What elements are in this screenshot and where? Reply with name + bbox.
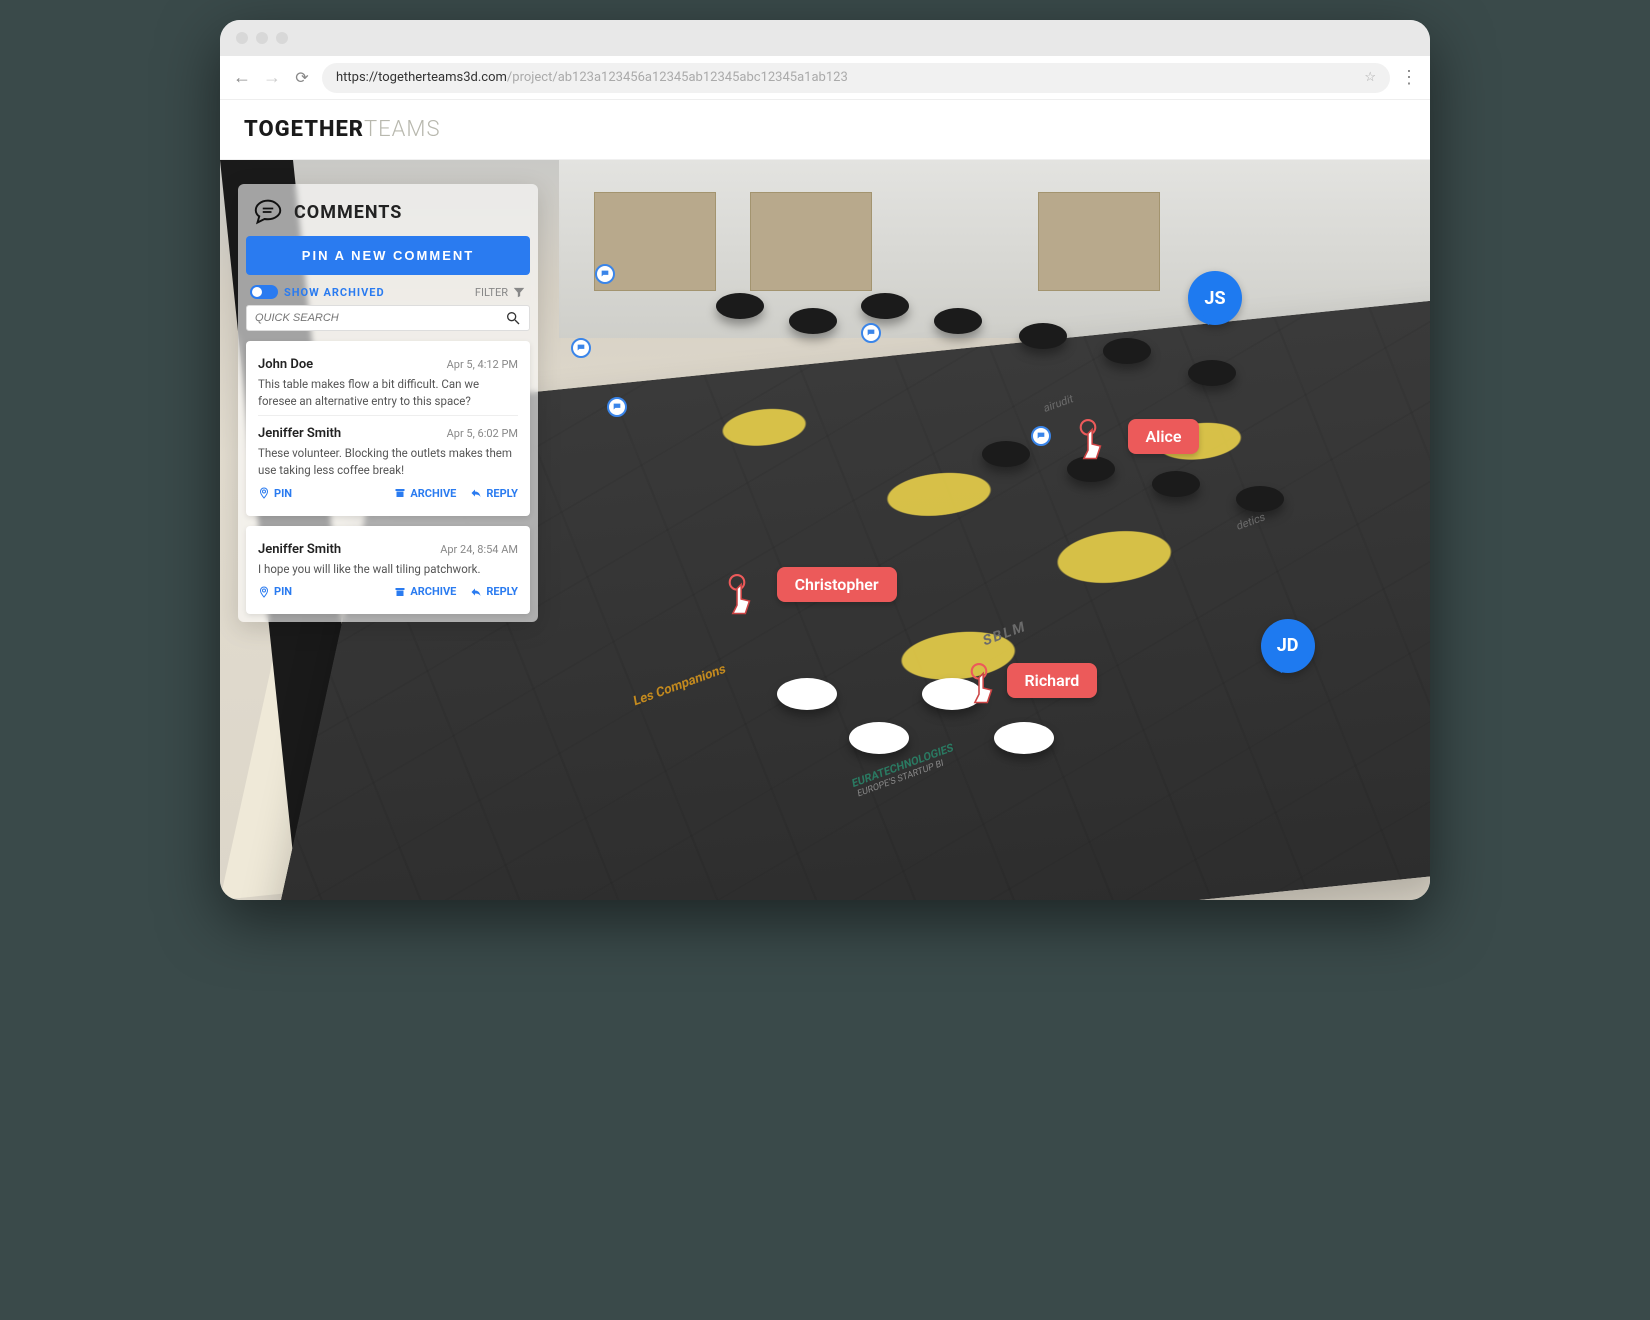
- scene-table: [1019, 323, 1067, 349]
- reply-label: REPLY: [486, 585, 518, 598]
- traffic-min-icon[interactable]: [256, 32, 268, 44]
- comment-body: This table makes flow a bit difficult. C…: [258, 376, 518, 409]
- pin-new-comment-button[interactable]: PIN A NEW COMMENT: [246, 236, 530, 275]
- comment-body: These volunteer. Blocking the outlets ma…: [258, 445, 518, 478]
- search-input[interactable]: [255, 312, 505, 324]
- device-frame: ← → ⟳ https://togetherteams3d.com/projec…: [220, 20, 1430, 900]
- app-header: TOGETHERTEAMS: [220, 100, 1430, 160]
- avatar-initials: JD: [1277, 635, 1299, 656]
- comment-pin-icon[interactable]: [595, 264, 615, 284]
- comment-item[interactable]: John Doe Apr 5, 4:12 PM This table makes…: [258, 351, 518, 415]
- comments-panel: COMMENTS PIN A NEW COMMENT SHOW ARCHIVED…: [238, 184, 538, 622]
- scene-path: [580, 298, 1360, 792]
- comment-pin-icon[interactable]: [607, 397, 627, 417]
- mac-titlebar: [220, 20, 1430, 56]
- pin-label: PIN: [274, 585, 292, 598]
- comments-icon: [254, 198, 282, 226]
- show-archived-label: SHOW ARCHIVED: [284, 286, 385, 299]
- comment-pin-icon[interactable]: [861, 323, 881, 343]
- browser-menu-button[interactable]: ⋮: [1400, 67, 1418, 88]
- reply-action[interactable]: REPLY: [470, 487, 518, 500]
- scene-table: [934, 308, 982, 334]
- collaborator-name: Christopher: [795, 575, 879, 594]
- scene-table: [1188, 360, 1236, 386]
- cursor-hand-icon: [716, 574, 758, 626]
- reply-action[interactable]: REPLY: [470, 585, 518, 598]
- comment-pin-icon[interactable]: [571, 338, 591, 358]
- reload-button[interactable]: ⟳: [292, 68, 312, 87]
- pin-action[interactable]: PIN: [258, 487, 292, 500]
- comment-author: Jeniffer Smith: [258, 426, 341, 441]
- scene-table: [1152, 471, 1200, 497]
- bookmark-star-icon[interactable]: ☆: [1364, 70, 1376, 85]
- browser-toolbar: ← → ⟳ https://togetherteams3d.com/projec…: [220, 56, 1430, 100]
- panel-title: COMMENTS: [294, 202, 402, 223]
- back-button[interactable]: ←: [232, 67, 252, 88]
- show-archived-toggle[interactable]: [250, 285, 278, 299]
- panel-header: COMMENTS: [246, 192, 530, 236]
- url-host: https://togetherteams3d.com: [336, 70, 507, 85]
- pin-action[interactable]: PIN: [258, 585, 292, 598]
- avatar-js[interactable]: JS: [1188, 271, 1242, 325]
- comment-author: Jeniffer Smith: [258, 542, 341, 557]
- url-path: /project/ab123a123456a12345ab12345abc123…: [507, 70, 848, 85]
- archive-action[interactable]: ARCHIVE: [394, 487, 456, 500]
- collaborator-name: Richard: [1025, 671, 1080, 690]
- comment-author: John Doe: [258, 357, 313, 372]
- scene-table: [1103, 338, 1151, 364]
- collaborator-tag-alice[interactable]: Alice: [1128, 419, 1200, 454]
- collaborator-tag-richard[interactable]: Richard: [1007, 663, 1098, 698]
- cursor-hand-icon: [958, 663, 1000, 715]
- archive-action[interactable]: ARCHIVE: [394, 585, 456, 598]
- comment-thread: John Doe Apr 5, 4:12 PM This table makes…: [246, 341, 530, 516]
- comment-body: I hope you will like the wall tiling pat…: [258, 561, 518, 578]
- scene-table: [777, 678, 837, 710]
- address-bar[interactable]: https://togetherteams3d.com/project/ab12…: [322, 63, 1390, 93]
- logo-light: TEAMS: [364, 117, 440, 142]
- pin-label: PIN: [274, 487, 292, 500]
- scene-table: [1236, 486, 1284, 512]
- comment-time: Apr 24, 8:54 AM: [440, 543, 518, 556]
- viewport-3d[interactable]: Les Companions EURATECHNOLOGIES EUROPE'S…: [220, 160, 1430, 900]
- filter-icon[interactable]: [512, 285, 526, 299]
- comment-item[interactable]: Jeniffer Smith Apr 5, 6:02 PM These volu…: [258, 415, 518, 505]
- traffic-close-icon[interactable]: [236, 32, 248, 44]
- collaborator-tag-christopher[interactable]: Christopher: [777, 567, 897, 602]
- filter-row: SHOW ARCHIVED FILTER: [246, 275, 530, 305]
- forward-button[interactable]: →: [262, 67, 282, 88]
- avatar-jd[interactable]: JD: [1261, 619, 1315, 673]
- search-row: [246, 305, 530, 331]
- avatar-initials: JS: [1204, 288, 1225, 309]
- wall-panel: [750, 192, 872, 291]
- filter-label: FILTER: [475, 286, 508, 299]
- comment-time: Apr 5, 6:02 PM: [447, 427, 518, 440]
- comment-pin-icon[interactable]: [1031, 426, 1051, 446]
- comment-item[interactable]: Jeniffer Smith Apr 24, 8:54 AM I hope yo…: [258, 536, 518, 605]
- archive-label: ARCHIVE: [410, 487, 456, 500]
- cursor-hand-icon: [1067, 419, 1109, 471]
- comment-thread: Jeniffer Smith Apr 24, 8:54 AM I hope yo…: [246, 526, 530, 615]
- reply-label: REPLY: [486, 487, 518, 500]
- archive-label: ARCHIVE: [410, 585, 456, 598]
- logo-strong: TOGETHER: [244, 117, 364, 142]
- collaborator-name: Alice: [1146, 427, 1182, 446]
- search-icon[interactable]: [505, 310, 521, 326]
- scene-table: [789, 308, 837, 334]
- traffic-max-icon[interactable]: [276, 32, 288, 44]
- comment-time: Apr 5, 4:12 PM: [447, 358, 518, 371]
- wall-panel: [1038, 192, 1160, 291]
